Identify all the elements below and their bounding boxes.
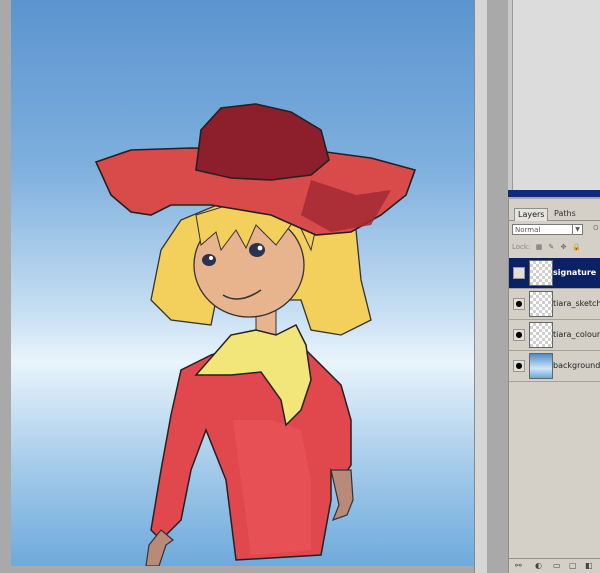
- layers-panel: Layers Paths Normal ▼ O Lock: ▦ ✎ ✥ 🔒 si…: [508, 199, 600, 573]
- document-workspace: [0, 0, 508, 573]
- lock-label: Lock:: [512, 243, 531, 251]
- group-folder-icon[interactable]: ▭: [553, 561, 561, 570]
- hat-crown: [195, 103, 330, 181]
- layer-row-background[interactable]: ● background: [509, 351, 600, 382]
- lock-position-icon[interactable]: ✥: [560, 243, 567, 251]
- blend-mode-value: Normal: [515, 226, 541, 234]
- layer-name: signature: [553, 268, 597, 277]
- layer-name: tiara_colour: [553, 330, 600, 339]
- upper-panel-title-bar[interactable]: [508, 190, 600, 197]
- chevron-down-icon[interactable]: ▼: [572, 225, 582, 234]
- left-eye: [202, 254, 216, 266]
- eye-icon[interactable]: ●: [513, 329, 525, 341]
- adjustment-layer-icon[interactable]: ◐: [535, 561, 542, 570]
- eye-icon[interactable]: ●: [513, 298, 525, 310]
- vertical-scrollbar[interactable]: [474, 0, 487, 573]
- left-hand: [145, 529, 174, 566]
- link-layers-icon[interactable]: ⚯: [515, 561, 522, 570]
- canvas-artwork[interactable]: [11, 0, 474, 566]
- visibility-toggle[interactable]: [513, 267, 525, 279]
- blend-mode-select[interactable]: Normal ▼: [512, 224, 583, 235]
- tab-paths[interactable]: Paths: [551, 208, 579, 220]
- layer-row-signature[interactable]: signature: [509, 258, 600, 289]
- upper-panel-body: [512, 0, 600, 190]
- lock-row: Lock: ▦ ✎ ✥ 🔒: [512, 243, 581, 251]
- cowgirl-illustration: [94, 103, 417, 566]
- new-layer-icon[interactable]: ▢: [569, 561, 577, 570]
- panel-tabs: Layers Paths: [509, 207, 600, 221]
- opacity-label: O: [593, 224, 599, 232]
- tab-layers[interactable]: Layers: [514, 208, 549, 221]
- right-eye: [249, 243, 265, 257]
- layer-name: background: [553, 361, 600, 370]
- delete-layer-icon[interactable]: ◧: [585, 561, 593, 570]
- layer-row-tiara-sketch[interactable]: ● tiara_sketch: [509, 289, 600, 320]
- right-hand: [330, 469, 354, 522]
- workspace-gap: [487, 0, 508, 573]
- layer-thumbnail: [529, 353, 553, 379]
- layer-row-tiara-colour[interactable]: ● tiara_colour: [509, 320, 600, 351]
- lock-all-icon[interactable]: 🔒: [572, 243, 581, 251]
- eye-icon[interactable]: ●: [513, 360, 525, 372]
- layer-thumbnail: [529, 322, 553, 348]
- lock-paint-icon[interactable]: ✎: [548, 243, 555, 251]
- lock-transparency-icon[interactable]: ▦: [536, 243, 543, 251]
- layer-thumbnail: [529, 260, 553, 286]
- layer-thumbnail: [529, 291, 553, 317]
- upper-panel: [508, 0, 600, 197]
- panel-footer: ⚯ ◐ ▭ ▢ ◧: [509, 558, 600, 573]
- layer-name: tiara_sketch: [553, 299, 600, 308]
